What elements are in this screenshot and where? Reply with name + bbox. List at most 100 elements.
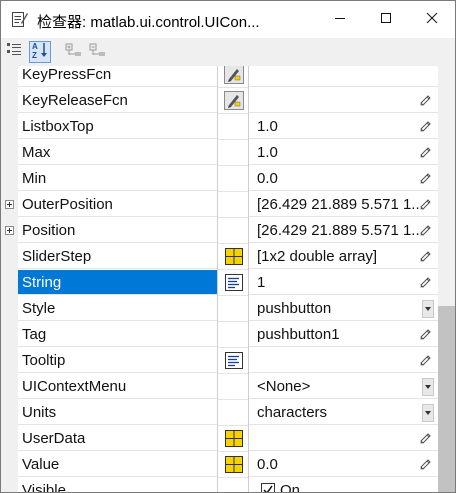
property-row-style[interactable]: Style pushbutton [1,296,438,322]
close-button[interactable] [409,1,455,38]
property-value[interactable] [249,426,438,451]
property-row-units[interactable]: Units characters [1,400,438,426]
maximize-button[interactable] [363,1,409,38]
property-value[interactable]: pushbutton1 [249,322,438,347]
property-row-uicontextmenu[interactable]: UIContextMenu <None> [1,374,438,400]
property-name[interactable]: ListboxTop [18,114,217,139]
property-value-text: 0.0 [257,170,278,187]
property-value[interactable]: 0.0 [249,166,438,191]
property-name[interactable]: UserData [18,426,217,451]
pencil-edit-icon[interactable] [419,457,433,471]
svg-text:Z: Z [32,51,37,59]
property-name[interactable]: KeyPressFcn [18,66,217,87]
property-value[interactable]: On [249,478,438,492]
property-value[interactable]: 0.0 [249,452,438,477]
pencil-edit-icon[interactable] [419,249,433,263]
pencil-edit-icon[interactable] [419,93,433,107]
property-value[interactable] [249,88,438,113]
editor-cell [218,218,248,244]
property-name[interactable]: Tag [18,322,217,347]
property-row-tag[interactable]: Tag pushbutton1 [1,322,438,348]
pencil-edit-icon[interactable] [419,171,433,185]
property-value[interactable]: [26.429 21.889 5.571 1... [249,192,438,217]
close-icon [426,11,438,29]
collapse-all-button[interactable] [87,41,109,63]
property-row-outerposition[interactable]: OuterPosition [26.429 21.889 5.571 1... [1,192,438,218]
property-value[interactable]: 1.0 [249,140,438,165]
property-row-visible[interactable]: Visible On [1,478,438,492]
pencil-edit-icon[interactable] [419,275,433,289]
pencil-edit-icon[interactable] [419,223,433,237]
property-value-text: pushbutton1 [257,326,340,343]
pencil-edit-icon[interactable] [419,145,433,159]
pencil-edit-icon[interactable] [419,431,433,445]
property-row-sliderstep[interactable]: SliderStep [1x2 double array] [1,244,438,270]
row-gutter [1,400,18,426]
property-row-string[interactable]: String 1 [1,270,438,296]
alphabetical-sort-button[interactable]: A Z [29,41,51,63]
text-editor-icon[interactable] [224,351,244,370]
property-row-tooltip[interactable]: Tooltip [1,348,438,374]
pencil-edit-icon[interactable] [419,197,433,211]
property-row-min[interactable]: Min 0.0 [1,166,438,192]
property-name[interactable]: Visible [18,478,217,492]
property-value[interactable]: [1x2 double array] [249,244,438,269]
expand-plus-icon[interactable] [5,226,14,235]
property-row-position[interactable]: Position [26.429 21.889 5.571 1... [1,218,438,244]
pencil-edit-icon[interactable] [419,119,433,133]
property-value[interactable]: 1.0 [249,114,438,139]
property-name[interactable]: Style [18,296,217,321]
property-value[interactable] [249,348,438,373]
property-row-userdata[interactable]: UserData [1,426,438,452]
array-editor-icon[interactable] [224,247,244,266]
svg-text:A: A [32,42,38,51]
property-name[interactable]: Tooltip [18,348,217,373]
expand-all-button[interactable] [63,41,85,63]
callback-editor-icon[interactable] [224,66,244,84]
property-value[interactable]: <None> [249,374,438,399]
property-name[interactable]: Max [18,140,217,165]
callback-editor-icon[interactable] [224,91,244,110]
property-row-keyreleasefcn[interactable]: KeyReleaseFcn [1,88,438,114]
text-editor-icon[interactable] [224,273,244,292]
property-value[interactable]: characters [249,400,438,425]
property-name[interactable]: OuterPosition [18,192,217,217]
property-value[interactable]: pushbutton [249,296,438,321]
visible-checkbox[interactable] [261,483,275,492]
categorized-view-button[interactable] [3,41,25,63]
vertical-scrollbar[interactable] [438,66,455,492]
editor-cell [218,244,248,270]
maximize-icon [380,11,392,29]
property-value[interactable]: 1 [249,270,438,295]
editor-cell [218,114,248,140]
property-name[interactable]: Value [18,452,217,477]
pencil-edit-icon[interactable] [419,353,433,367]
property-row-value[interactable]: Value 0.0 [1,452,438,478]
array-editor-icon[interactable] [224,455,244,474]
pencil-edit-icon[interactable] [419,327,433,341]
property-name[interactable]: Min [18,166,217,191]
dropdown-arrow-icon[interactable] [422,404,434,422]
property-value[interactable] [249,66,438,87]
minimize-button[interactable] [317,1,363,38]
array-editor-icon[interactable] [224,429,244,448]
property-name[interactable]: KeyReleaseFcn [18,88,217,113]
row-gutter [1,296,18,322]
title-bar[interactable]: 检查器: matlab.ui.control.UICon... [1,1,455,38]
expand-plus-icon[interactable] [5,200,14,209]
property-name[interactable]: String [18,270,217,295]
property-row-keypressfcn[interactable]: KeyPressFcn [1,66,438,88]
inspector-window: 检查器: matlab.ui.control.UICon... A Z KeyP… [0,0,456,493]
property-name[interactable]: SliderStep [18,244,217,269]
row-gutter [1,218,18,244]
property-row-listboxtop[interactable]: ListboxTop 1.0 [1,114,438,140]
property-name[interactable]: UIContextMenu [18,374,217,399]
property-row-max[interactable]: Max 1.0 [1,140,438,166]
scrollbar-thumb[interactable] [438,306,455,492]
property-name[interactable]: Units [18,400,217,425]
dropdown-arrow-icon[interactable] [422,300,434,318]
property-value[interactable]: [26.429 21.889 5.571 1... [249,218,438,243]
row-gutter [1,192,18,218]
dropdown-arrow-icon[interactable] [422,378,434,396]
property-name[interactable]: Position [18,218,217,243]
